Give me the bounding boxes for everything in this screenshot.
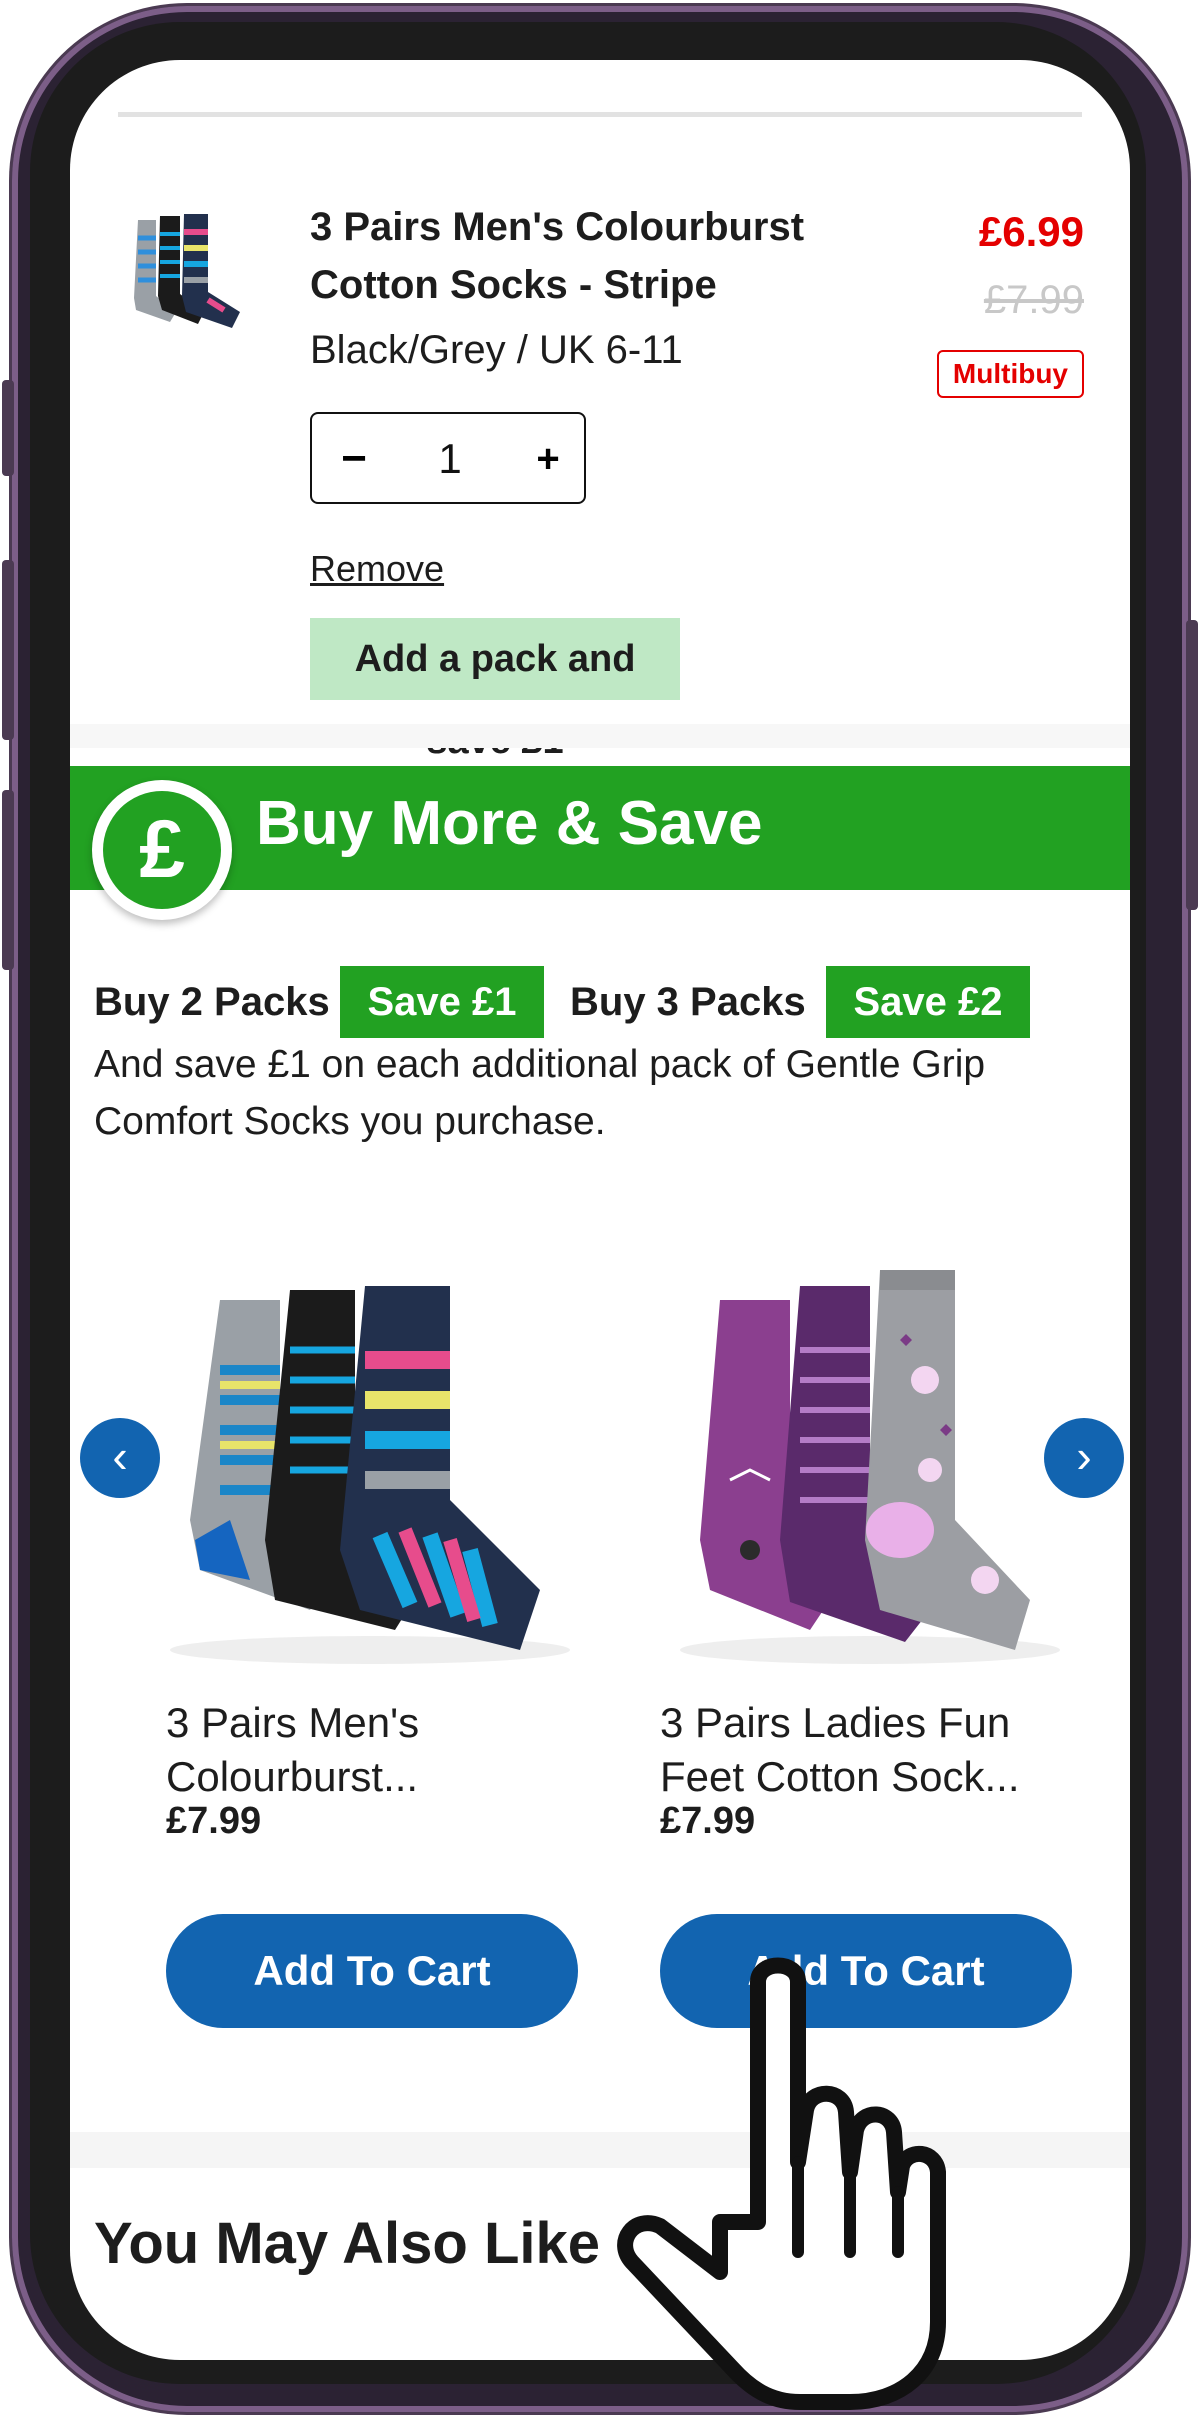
offer-2-label: Buy 3 Packs xyxy=(570,980,806,1024)
offer-1-save-badge: Save £1 xyxy=(340,966,544,1038)
phone-side-button xyxy=(2,790,14,970)
pound-symbol: £ xyxy=(103,791,221,909)
product-price: £7.99 xyxy=(166,1800,262,1842)
phone-side-button xyxy=(1186,620,1198,910)
phone-side-button xyxy=(2,560,14,740)
chevron-left-icon: ‹ xyxy=(112,1430,128,1482)
sale-price: £6.99 xyxy=(978,208,1084,255)
cart-item-title[interactable]: 3 Pairs Men's Colourburst Cotton Socks -… xyxy=(310,198,870,314)
increase-quantity-button[interactable]: + xyxy=(528,424,568,494)
quantity-value[interactable]: 1 xyxy=(418,424,482,494)
divider xyxy=(118,112,1082,117)
product-name[interactable]: 3 Pairs Men's Colourburst... xyxy=(166,1696,586,1804)
add-to-cart-button[interactable]: Add To Cart xyxy=(166,1914,578,2028)
offer-1-label: Buy 2 Packs xyxy=(94,980,330,1024)
multibuy-badge: Multibuy xyxy=(936,350,1084,398)
product-thumbnail[interactable] xyxy=(120,208,256,336)
product-price: £7.99 xyxy=(660,1800,756,1842)
section-title-you-may-also-like: You May Also Like xyxy=(94,2211,600,2276)
product-name[interactable]: 3 Pairs Ladies Fun Feet Cotton Sock... xyxy=(660,1696,1080,1804)
offer-2-save-badge: Save £2 xyxy=(826,966,1030,1038)
promo-description: And save £1 on each additional pack of G… xyxy=(94,1043,986,1143)
chevron-right-icon: › xyxy=(1076,1430,1092,1482)
cart-item-variant: Black/Grey / UK 6-11 xyxy=(310,328,683,372)
section-divider xyxy=(70,724,1130,748)
pound-icon: £ xyxy=(92,780,232,920)
add-pack-save-button[interactable]: Add a pack and save £1 xyxy=(310,618,680,762)
product-image-mens-colourburst[interactable] xyxy=(140,1250,580,1670)
pointer-hand-icon xyxy=(617,1957,946,2410)
remove-link[interactable]: Remove xyxy=(310,548,444,590)
quantity-stepper: − 1 + xyxy=(310,412,586,504)
original-price: £7.99 xyxy=(983,278,1084,322)
product-image-ladies-fun-feet[interactable] xyxy=(630,1230,1070,1670)
phone-side-button xyxy=(2,380,14,476)
banner-title: Buy More & Save xyxy=(256,789,763,858)
decrease-quantity-button[interactable]: − xyxy=(334,424,374,494)
